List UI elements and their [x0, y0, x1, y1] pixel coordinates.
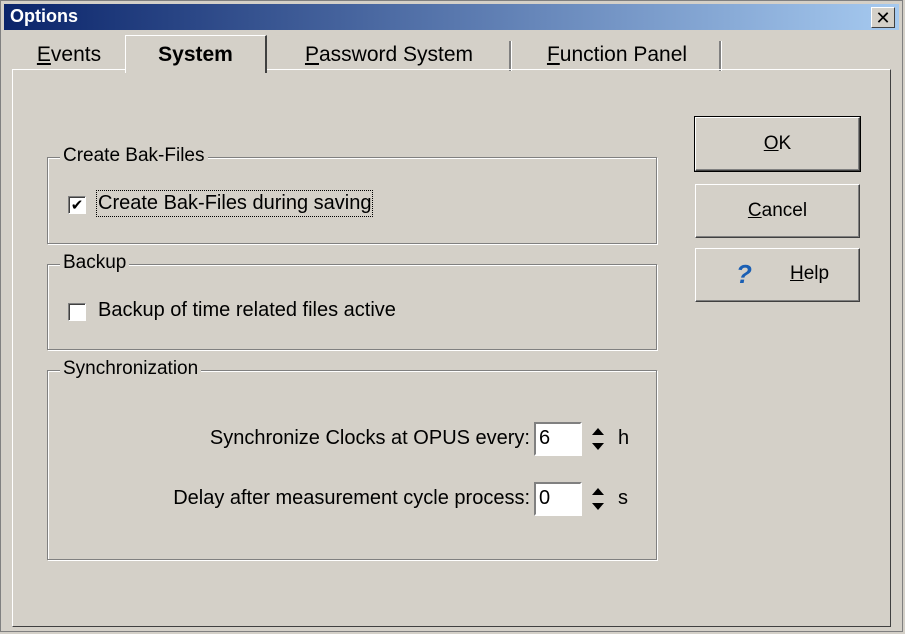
- tab-password-system[interactable]: Password System: [269, 39, 509, 71]
- delay-input[interactable]: 0: [534, 482, 582, 516]
- tab-system-label: System: [158, 42, 233, 66]
- backup-checkbox[interactable]: [68, 303, 86, 321]
- close-button[interactable]: ✕: [871, 7, 895, 28]
- cancel-button[interactable]: Cancel: [695, 184, 860, 238]
- spin-down-button[interactable]: [588, 439, 608, 454]
- sync-clocks-label: Synchronize Clocks at OPUS every:: [209, 427, 530, 449]
- tab-separator: [719, 41, 722, 71]
- arrow-up-icon: [592, 428, 604, 435]
- group-backup: Backup Backup of time related files acti…: [47, 252, 657, 350]
- help-mnemonic: H: [790, 263, 804, 284]
- tab-separator: [509, 41, 512, 71]
- group-synchronization: Synchronization Synchronize Clocks at OP…: [47, 358, 657, 560]
- spin-up-button[interactable]: [588, 484, 608, 499]
- tab-function-panel[interactable]: Function Panel: [515, 39, 719, 71]
- arrow-up-icon: [592, 488, 604, 495]
- group-legend: Create Bak-Files: [60, 145, 208, 167]
- sync-clocks-input[interactable]: 6: [534, 422, 582, 456]
- help-icon: ?: [736, 259, 752, 289]
- delay-spinner[interactable]: [588, 484, 608, 514]
- tab-password-label: assword System: [318, 43, 474, 66]
- close-icon: ✕: [875, 7, 891, 28]
- group-legend: Synchronization: [60, 358, 202, 380]
- tab-password-mnemonic: P: [304, 43, 319, 66]
- tab-system[interactable]: System: [125, 35, 267, 73]
- options-dialog: Options ✕ Events System Password System …: [0, 0, 903, 632]
- cancel-label: ancel: [761, 200, 808, 221]
- help-button[interactable]: ? Help: [695, 248, 860, 302]
- help-label: elp: [803, 263, 830, 284]
- delay-label: Delay after measurement cycle process:: [173, 487, 530, 509]
- title-bar[interactable]: Options ✕: [4, 4, 899, 30]
- cancel-mnemonic: C: [747, 200, 762, 221]
- ok-mnemonic: O: [763, 133, 779, 154]
- spin-down-button[interactable]: [588, 499, 608, 514]
- create-bak-files-checkbox[interactable]: ✔: [68, 196, 86, 214]
- tab-events-label: vents: [50, 43, 102, 66]
- sync-clocks-spinner[interactable]: [588, 424, 608, 454]
- tab-events[interactable]: Events: [15, 39, 123, 71]
- group-legend: Backup: [60, 252, 130, 274]
- check-icon: ✔: [70, 196, 84, 214]
- create-bak-files-label[interactable]: Create Bak-Files during saving: [95, 190, 374, 217]
- group-create-bak-files: Create Bak-Files ✔ Create Bak-Files duri…: [47, 145, 657, 244]
- sync-clocks-unit: h: [618, 427, 630, 449]
- spin-up-button[interactable]: [588, 424, 608, 439]
- window-title: Options: [10, 6, 78, 26]
- help-label-wrap: Help: [790, 263, 829, 285]
- ok-label: K: [778, 133, 792, 154]
- tab-events-mnemonic: E: [36, 43, 51, 66]
- ok-button[interactable]: OK: [694, 116, 861, 172]
- tab-function-mnemonic: F: [546, 43, 560, 66]
- arrow-down-icon: [592, 503, 604, 510]
- backup-label[interactable]: Backup of time related files active: [98, 299, 396, 322]
- arrow-down-icon: [592, 443, 604, 450]
- delay-unit: s: [618, 487, 628, 509]
- tab-function-label: unction Panel: [559, 43, 688, 66]
